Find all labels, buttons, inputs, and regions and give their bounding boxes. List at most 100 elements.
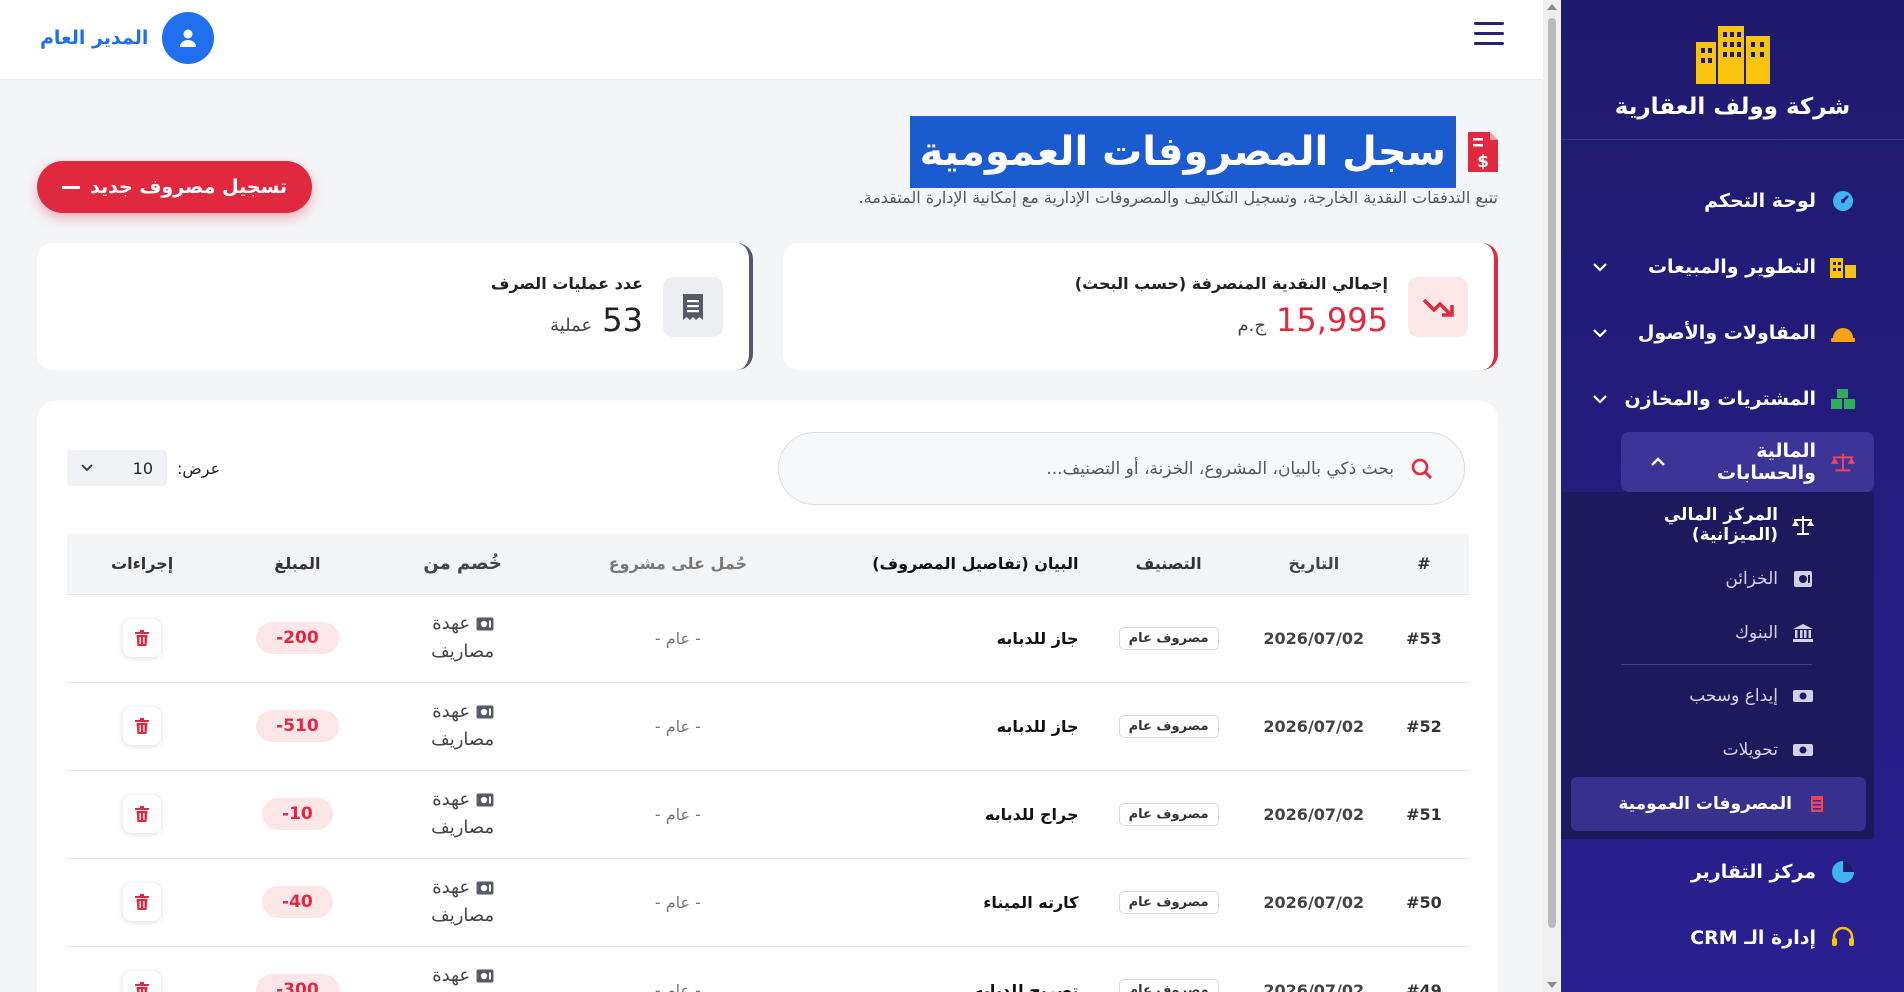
deducted-from-line1: عهدة [432,701,471,722]
safe-icon [476,617,494,631]
submenu-safes[interactable]: الخزائن [1561,552,1874,606]
deducted-from-line1: عهدة [432,877,471,898]
hamburger-menu-icon[interactable] [1474,22,1504,48]
sidebar-item-reports[interactable]: مركز التقارير [1561,839,1904,905]
col-category[interactable]: التصنيف [1088,534,1249,595]
col-id[interactable]: # [1378,534,1469,595]
category-badge: مصروف عام [1118,890,1219,914]
submenu-balance-sheet[interactable]: المركز المالي (الميزانية) [1561,498,1874,552]
user-name: المدير العام [40,27,149,49]
sidebar-item-dashboard[interactable]: لوحة التحكم [1561,168,1904,234]
col-project[interactable]: حُمل على مشروع [547,534,809,595]
table-row[interactable]: #50 2026/07/02 مصروف عام كارته الميناء -… [67,858,1469,947]
expense-count-content: عدد عمليات الصرف 53 عملية [491,274,643,339]
scrollbar-thumb[interactable] [1548,18,1556,928]
col-date[interactable]: التاريخ [1248,534,1379,595]
helmet-icon [1830,320,1856,346]
sidebar-menu: لوحة التحكم التطوير والمبيعات المقاولات … [1561,140,1904,971]
delete-button[interactable] [123,883,162,921]
delete-button[interactable] [123,795,162,833]
page-scrollbar[interactable] [1543,0,1561,992]
row-project: - عام - [547,858,809,947]
transfer-icon [1792,739,1814,761]
company-name: شركة وولف العقارية [1614,93,1851,120]
page-size-control: عرض: 10 [67,450,220,486]
expenses-panel: بحث ذكي بالبيان، المشروع، الخزنة، أو الت… [37,401,1498,992]
sidebar-item-label: التطوير والمبيعات [1647,256,1816,278]
sidebar-item-crm[interactable]: إدارة الـ CRM [1561,905,1904,971]
chevron-up-icon [1649,453,1667,471]
expense-count-label: عدد عمليات الصرف [490,274,643,293]
trash-icon [135,718,150,734]
scroll-down-icon[interactable] [1547,982,1557,988]
delete-button[interactable] [123,971,162,992]
table-row[interactable]: #49 2026/07/02 مصروف عام تصريح للدبابه -… [67,946,1469,992]
row-id: #53 [1378,594,1469,683]
search-placeholder: بحث ذكي بالبيان، المشروع، الخزنة، أو الت… [1046,458,1394,479]
buildings-icon [1830,254,1856,280]
top-bar: المدير العام [0,0,1543,80]
sidebar-item-finance[interactable]: المالية والحسابات [1621,432,1874,492]
col-actions: إجراءات [67,534,218,595]
user-menu[interactable]: المدير العام [40,12,215,64]
table-row[interactable]: #51 2026/07/02 مصروف عام جراج للدبابه - … [67,770,1469,859]
table-row[interactable]: #52 2026/07/02 مصروف عام جاز للدبابه - ع… [67,682,1469,771]
sidebar-item-purchases[interactable]: المشتريات والمخازن [1561,366,1904,432]
submenu-deposit-withdraw[interactable]: إيداع وسحب [1561,669,1874,723]
count-unit: عملية [550,315,593,336]
deducted-from-line2: مصاريف [431,641,495,662]
sidebar-item-label: المشتريات والمخازن [1624,388,1816,410]
buildings-logo-icon [1695,25,1770,84]
row-description: تصريح للدبابه [808,946,1089,992]
submenu-label: المركز المالي (الميزانية) [1663,505,1778,545]
row-description: كارته الميناء [808,858,1089,947]
submenu-banks[interactable]: البنوك [1561,606,1874,660]
row-date: 2026/07/02 [1248,594,1379,683]
sidebar: شركة وولف العقارية لوحة التحكم التطوير و… [1561,0,1904,992]
total-spent-card: إجمالي النقدية المنصرفة (حسب البحث) 15,9… [783,243,1498,370]
deducted-from-line2: مصاريف [431,729,495,750]
expense-count-card: عدد عمليات الصرف 53 عملية [37,243,753,370]
deducted-from: عهدة مصاريف [431,874,494,930]
search-input[interactable]: بحث ذكي بالبيان، المشروع، الخزنة، أو الت… [778,432,1465,505]
new-expense-button[interactable]: تسجيل مصروف جديد [37,161,312,213]
pie-chart-icon [1830,859,1856,885]
sidebar-item-development[interactable]: التطوير والمبيعات [1561,234,1904,300]
new-expense-label: تسجيل مصروف جديد [89,176,288,198]
trash-icon [135,630,150,646]
chevron-down-icon [1591,390,1609,408]
row-project: - عام - [547,682,809,771]
category-badge: مصروف عام [1118,714,1219,738]
table-row[interactable]: #53 2026/07/02 مصروف عام جاز للدبابه - ع… [67,594,1469,683]
sidebar-item-label: المقاولات والأصول [1637,322,1816,344]
submenu-label: المصروفات العمومية [1618,794,1792,814]
col-description[interactable]: البيان (تفاصيل المصروف) [808,534,1089,595]
search-icon [1411,458,1432,479]
delete-button[interactable] [123,707,162,745]
deducted-from-line1: عهدة [432,965,471,986]
safe-icon [1792,568,1814,590]
category-badge: مصروف عام [1118,978,1219,992]
safe-icon [476,881,494,895]
bank-icon [1792,622,1814,644]
col-deducted-from[interactable]: خُصم من [377,534,548,595]
submenu-general-expenses[interactable]: المصروفات العمومية [1571,777,1866,831]
delete-button[interactable] [123,619,162,657]
submenu-divider [1621,664,1812,665]
scroll-up-icon[interactable] [1547,4,1557,10]
row-date: 2026/07/02 [1248,946,1379,992]
row-project: - عام - [547,770,809,859]
sidebar-item-contracting[interactable]: المقاولات والأصول [1561,300,1904,366]
deducted-from: عهدة مصاريف [431,962,494,992]
deducted-from-line1: عهدة [432,789,471,810]
chevron-down-icon [1591,324,1609,342]
deducted-from: عهدة مصاريف [431,698,494,754]
col-amount[interactable]: المبلغ [217,534,378,595]
submenu-transfers[interactable]: تحويلات [1561,723,1874,777]
page-size-select[interactable]: 10 [67,450,167,486]
avatar [162,12,215,64]
expenses-table: # التاريخ التصنيف البيان (تفاصيل المصروف… [67,534,1469,992]
expense-count-value: 53 [602,301,643,339]
submenu-label: إيداع وسحب [1689,686,1778,706]
user-icon [180,29,197,47]
